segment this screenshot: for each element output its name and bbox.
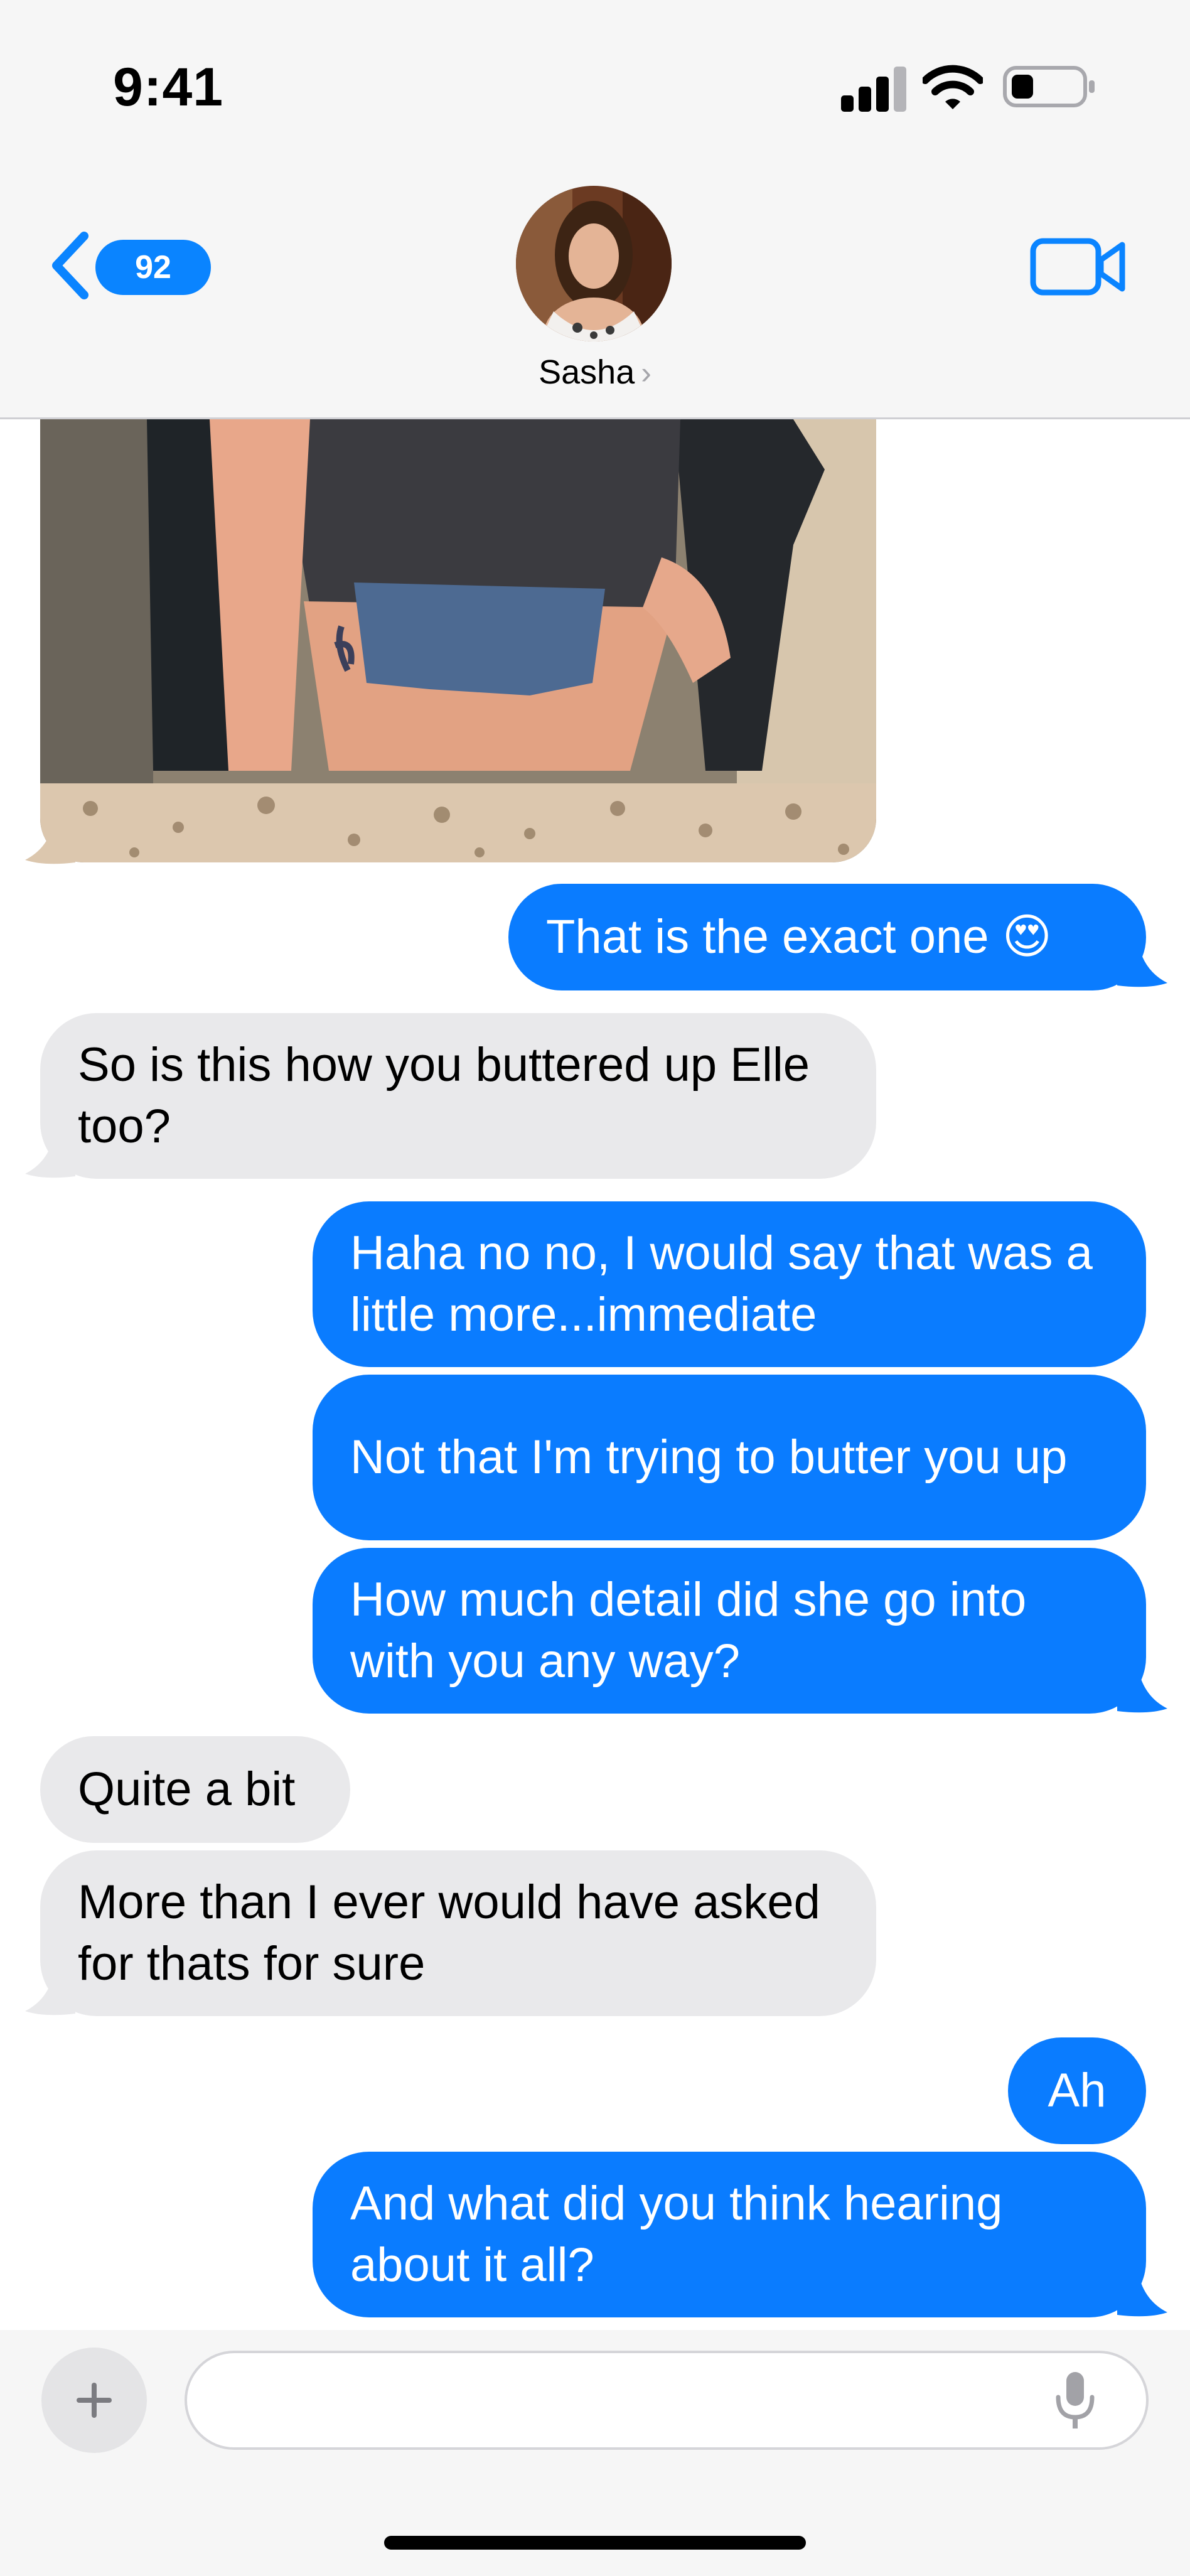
message-text: Ah bbox=[1048, 2064, 1107, 2117]
incoming-message[interactable]: Quite a bit bbox=[40, 1736, 350, 1843]
bubble-tail bbox=[25, 1967, 75, 2015]
message-text: Not that I'm trying to butter you up bbox=[350, 1430, 1068, 1484]
back-button[interactable]: 92 bbox=[45, 220, 211, 308]
outgoing-message[interactable]: Ah bbox=[1008, 2037, 1146, 2144]
bubble-tail bbox=[1117, 1665, 1167, 1713]
unread-badge: 92 bbox=[95, 240, 211, 295]
incoming-message[interactable]: More than I ever would have asked for th… bbox=[40, 1850, 876, 2016]
message-text: And what did you think hearing about it … bbox=[350, 2177, 1003, 2292]
bubble-tail bbox=[1117, 2268, 1167, 2317]
plus-icon bbox=[77, 2383, 112, 2418]
incoming-message[interactable]: So is this how you buttered up Elle too? bbox=[40, 1013, 876, 1179]
bubble-tail bbox=[1117, 939, 1167, 987]
message-text: That is the exact one 😍 bbox=[546, 910, 1052, 963]
signal-icon bbox=[841, 67, 906, 112]
photo-message[interactable] bbox=[40, 419, 876, 862]
outgoing-message[interactable]: That is the exact one 😍 bbox=[508, 884, 1146, 990]
back-chevron-icon bbox=[52, 232, 88, 299]
chevron-right-icon: › bbox=[641, 355, 651, 390]
battery-icon bbox=[1003, 66, 1095, 107]
contact-name: Sasha bbox=[539, 353, 635, 391]
conversation-header: 9:41 92 Sasha › bbox=[0, 0, 1190, 419]
outgoing-message[interactable]: Haha no no, I would say that was a littl… bbox=[313, 1201, 1146, 1367]
microphone-icon[interactable] bbox=[1054, 2369, 1096, 2432]
message-text: How much detail did she go into with you… bbox=[350, 1573, 1027, 1688]
outgoing-message[interactable]: And what did you think hearing about it … bbox=[313, 2152, 1146, 2317]
bubble-tail bbox=[25, 816, 75, 864]
outgoing-message[interactable]: How much detail did she go into with you… bbox=[313, 1548, 1146, 1714]
wifi-icon bbox=[923, 65, 983, 109]
message-text: So is this how you buttered up Elle too? bbox=[78, 1038, 810, 1153]
plus-button[interactable] bbox=[41, 2348, 147, 2453]
contact-avatar[interactable] bbox=[516, 186, 672, 341]
message-text: Haha no no, I would say that was a littl… bbox=[350, 1226, 1093, 1341]
contact-name-button[interactable]: Sasha › bbox=[0, 353, 1190, 392]
video-call-icon[interactable] bbox=[1029, 230, 1130, 299]
bubble-tail bbox=[25, 1130, 75, 1178]
outgoing-message[interactable]: Not that I'm trying to butter you up bbox=[313, 1375, 1146, 1540]
home-indicator bbox=[384, 2536, 806, 2550]
message-text: Quite a bit bbox=[78, 1763, 296, 1816]
message-input[interactable] bbox=[185, 2351, 1149, 2450]
message-text: More than I ever would have asked for th… bbox=[78, 1876, 820, 1990]
status-time: 9:41 bbox=[113, 57, 224, 117]
